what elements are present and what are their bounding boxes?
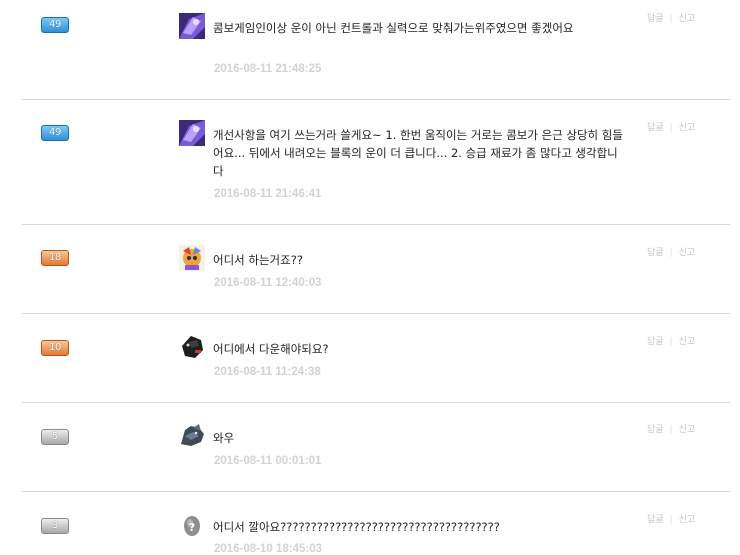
level-badge: 5 xyxy=(41,429,69,445)
level-badge: 49 xyxy=(41,17,69,33)
comment-actions: 답글 | 신고 xyxy=(647,245,695,258)
report-link[interactable]: 신고 xyxy=(679,425,696,435)
comment-timestamp: 2016-08-11 11:24:38 xyxy=(214,366,321,378)
reply-link[interactable]: 답글 xyxy=(647,14,664,24)
level-badge: 18 xyxy=(41,250,69,266)
comment-timestamp: 2016-08-11 21:48:25 xyxy=(214,63,322,75)
report-link[interactable]: 신고 xyxy=(679,248,696,258)
reply-link[interactable]: 답글 xyxy=(647,248,664,258)
user-avatar[interactable] xyxy=(179,334,205,360)
report-link[interactable]: 신고 xyxy=(679,123,696,133)
comment-actions: 답글 | 신고 xyxy=(647,11,695,24)
dark-character-avatar-icon xyxy=(179,334,205,360)
reply-link[interactable]: 답글 xyxy=(647,123,664,133)
divider xyxy=(22,402,730,403)
default-egg-avatar-icon: ? xyxy=(179,512,205,538)
comment-text: 어디서 깔아요?????????????????????????????????… xyxy=(213,520,500,534)
user-avatar[interactable] xyxy=(179,120,205,146)
action-separator: | xyxy=(669,425,673,435)
reply-link[interactable]: 답글 xyxy=(647,425,664,435)
divider xyxy=(22,491,730,492)
comment-text: 콤보게임인이상 운이 아닌 컨트롤과 실력으로 맞춰가는위주였으면 좋겠어요 xyxy=(213,21,574,35)
comment-text: 어디서 하는거죠?? xyxy=(213,253,303,267)
reply-link[interactable]: 답글 xyxy=(647,337,664,347)
user-avatar[interactable]: ? xyxy=(179,512,205,538)
action-separator: | xyxy=(669,123,673,133)
comment-text: 개선사항을 여기 쓰는거라 쓸게요~ 1. 한번 움직이는 거로는 콤보가 은근… xyxy=(213,128,623,178)
comment-text: 와우 xyxy=(213,431,235,445)
divider xyxy=(22,313,730,314)
comment-actions: 답글 | 신고 xyxy=(647,334,695,347)
action-separator: | xyxy=(669,14,673,24)
wolf-character-avatar-icon xyxy=(179,422,205,448)
divider xyxy=(22,224,730,225)
action-separator: | xyxy=(669,337,673,347)
action-separator: | xyxy=(669,515,673,525)
user-avatar[interactable] xyxy=(179,245,205,271)
user-avatar[interactable] xyxy=(179,13,205,39)
comment-actions: 답글 | 신고 xyxy=(647,120,695,133)
comment-actions: 답글 | 신고 xyxy=(647,512,695,525)
comment-text: 어디에서 다운해야되요? xyxy=(213,342,329,356)
comment-timestamp: 2016-08-11 00:01:01 xyxy=(214,455,322,467)
action-separator: | xyxy=(669,248,673,258)
report-link[interactable]: 신고 xyxy=(679,515,696,525)
svg-text:?: ? xyxy=(189,521,195,534)
level-badge: 49 xyxy=(41,125,69,141)
report-link[interactable]: 신고 xyxy=(679,14,696,24)
comment-timestamp: 2016-08-10 18:45:03 xyxy=(214,543,323,555)
comment-timestamp: 2016-08-11 21:46:41 xyxy=(214,188,322,200)
comment-actions: 답글 | 신고 xyxy=(647,422,695,435)
colorful-character-avatar-icon xyxy=(179,245,205,271)
level-badge: 10 xyxy=(41,340,69,356)
comment-timestamp: 2016-08-11 12:40:03 xyxy=(214,277,322,289)
divider xyxy=(22,99,730,100)
level-badge: 3 xyxy=(41,518,69,534)
report-link[interactable]: 신고 xyxy=(679,337,696,347)
reply-link[interactable]: 답글 xyxy=(647,515,664,525)
purple-character-avatar-icon xyxy=(179,13,205,39)
purple-character-avatar-icon xyxy=(179,120,205,146)
user-avatar[interactable] xyxy=(179,422,205,448)
